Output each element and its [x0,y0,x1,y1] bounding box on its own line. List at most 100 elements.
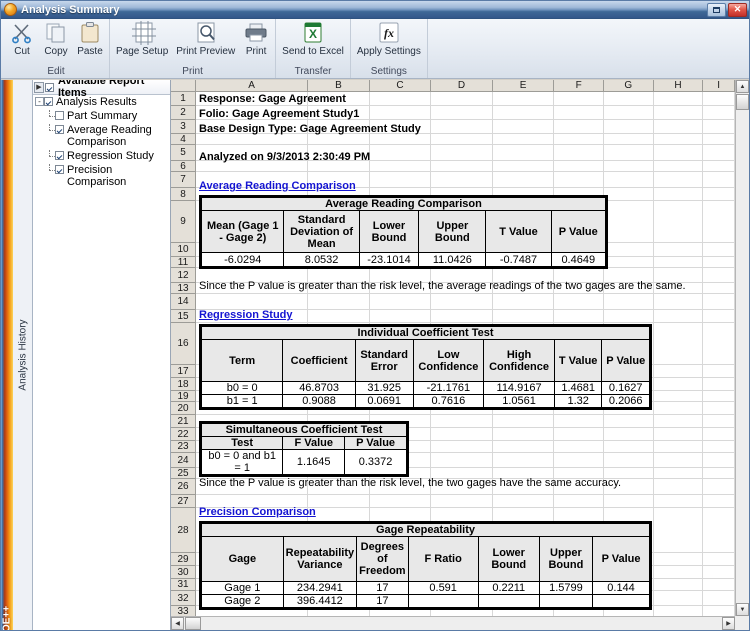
page-setup-button[interactable]: Page Setup [112,19,172,57]
row-header-32[interactable]: 32 [171,591,195,606]
scroll-down-button[interactable]: ▼ [736,603,749,616]
tree-header-checkbox[interactable] [45,83,54,92]
row-header-14[interactable]: 14 [171,294,195,310]
row-header-19[interactable]: 19 [171,391,195,402]
analysis-history-tab[interactable]: Analysis History [13,80,33,630]
scroll-right-button[interactable]: ▶ [722,617,735,630]
row-header-23[interactable]: 23 [171,441,195,453]
row-header-30[interactable]: 30 [171,566,195,579]
table-cell[interactable]: 0.2066 [601,394,650,408]
tree-node-precision-comparison[interactable]: Precision Comparison [33,163,170,189]
row-header-9[interactable]: 9 [171,201,195,243]
column-header-F[interactable]: F [554,80,604,91]
tree-node-checkbox[interactable] [55,165,64,174]
table-cell[interactable]: 17 [356,594,409,608]
row-header-2[interactable]: 2 [171,106,195,120]
tree-node-checkbox[interactable] [55,125,64,134]
column-header-H[interactable]: H [654,80,704,91]
tree-node-analysis-results[interactable]: - Analysis Results [33,95,170,109]
row-header-26[interactable]: 26 [171,479,195,495]
tree-node-average-reading-comparison[interactable]: Average Reading Comparison [33,123,170,149]
tree-node-checkbox[interactable] [55,111,64,120]
row-header-6[interactable]: 6 [171,161,195,172]
table-cell[interactable]: 0.7616 [412,394,485,408]
copy-button[interactable]: Copy [39,19,73,57]
select-all-corner[interactable] [171,80,196,92]
row-header-15[interactable]: 15 [171,310,195,323]
tree-node-checkbox[interactable] [55,151,64,160]
table-cell[interactable] [592,594,650,608]
row-header-20[interactable]: 20 [171,402,195,415]
row-header-7[interactable]: 7 [171,172,195,188]
row-header-24[interactable]: 24 [171,453,195,468]
table-cell[interactable]: 0.0691 [354,394,414,408]
scroll-left-button[interactable]: ◀ [171,617,184,630]
scroll-up-button[interactable]: ▲ [736,80,749,93]
vertical-scrollbar[interactable]: ▲ ▼ [735,80,749,616]
table-cell[interactable]: -0.7487 [485,252,552,267]
table-cell[interactable]: 0.2211 [477,581,540,595]
row-header-31[interactable]: 31 [171,579,195,591]
table-cell[interactable]: -6.0294 [200,252,285,267]
restore-button[interactable] [707,2,726,17]
column-header-G[interactable]: G [604,80,654,91]
column-header-I[interactable]: I [703,80,736,91]
apply-settings-button[interactable]: fx Apply Settings [353,19,425,57]
row-header-5[interactable]: 5 [171,145,195,161]
table-cell[interactable]: -21.1761 [412,381,485,395]
tree-node-part-summary[interactable]: Part Summary [33,109,170,123]
row-header-29[interactable]: 29 [171,553,195,566]
row-header-27[interactable]: 27 [171,495,195,508]
paste-button[interactable]: Paste [73,19,107,57]
table-cell[interactable]: -23.1014 [358,252,420,267]
column-header-C[interactable]: C [370,80,432,91]
send-to-excel-button[interactable]: X Send to Excel [278,19,348,57]
row-header-1[interactable]: 1 [171,92,195,106]
cut-button[interactable]: Cut [5,19,39,57]
row-header-4[interactable]: 4 [171,134,195,145]
table-cell[interactable]: 31.925 [354,381,414,395]
table-cell[interactable]: 396.4412 [282,594,358,608]
table-cell[interactable]: b0 = 0 [200,381,284,395]
table-cell[interactable] [538,594,594,608]
horizontal-scroll-thumb[interactable] [185,617,201,630]
table-cell[interactable]: 234.2941 [282,581,358,595]
tree-expander-icon[interactable]: - [35,97,44,106]
table-cell[interactable]: 11.0426 [418,252,487,267]
table-cell[interactable] [477,594,540,608]
table-cell[interactable]: 8.0532 [283,252,360,267]
table-cell[interactable]: 1.0561 [483,394,555,408]
table-cell[interactable]: 1.5799 [538,581,594,595]
row-header-22[interactable]: 22 [171,428,195,441]
table-cell[interactable]: 0.9088 [282,394,356,408]
row-header-18[interactable]: 18 [171,378,195,391]
table-cell[interactable]: 0.591 [407,581,479,595]
row-header-28[interactable]: 28 [171,508,195,553]
tree-node-regression-study[interactable]: Regression Study [33,149,170,163]
row-header-11[interactable]: 11 [171,257,195,268]
row-header-25[interactable]: 25 [171,468,195,479]
row-header-13[interactable]: 13 [171,283,195,294]
print-button[interactable]: Print [239,19,273,57]
column-header-B[interactable]: B [308,80,370,91]
table-cell[interactable]: b0 = 0 and b1 = 1 [200,449,284,475]
vertical-scroll-thumb[interactable] [736,94,749,110]
table-cell[interactable]: 114.9167 [483,381,555,395]
table-cell[interactable] [407,594,479,608]
row-header-8[interactable]: 8 [171,188,195,201]
table-cell[interactable]: b1 = 1 [200,394,284,408]
row-header-10[interactable]: 10 [171,243,195,257]
table-cell[interactable]: 1.4681 [553,381,603,395]
table-cell[interactable]: Gage 2 [201,594,284,608]
row-header-12[interactable]: 12 [171,268,195,283]
table-cell[interactable]: 17 [356,581,409,595]
table-cell[interactable]: 0.144 [592,581,650,595]
row-header-21[interactable]: 21 [171,415,195,428]
table-cell[interactable]: 46.8703 [282,381,356,395]
table-cell[interactable]: 0.1627 [601,381,650,395]
table-cell[interactable]: 0.4649 [550,252,607,267]
table-cell[interactable]: 1.1645 [282,449,346,475]
table-cell[interactable]: Gage 1 [201,581,284,595]
tree-header[interactable]: Available Report Items [33,80,170,99]
close-button[interactable]: ✕ [728,2,747,17]
